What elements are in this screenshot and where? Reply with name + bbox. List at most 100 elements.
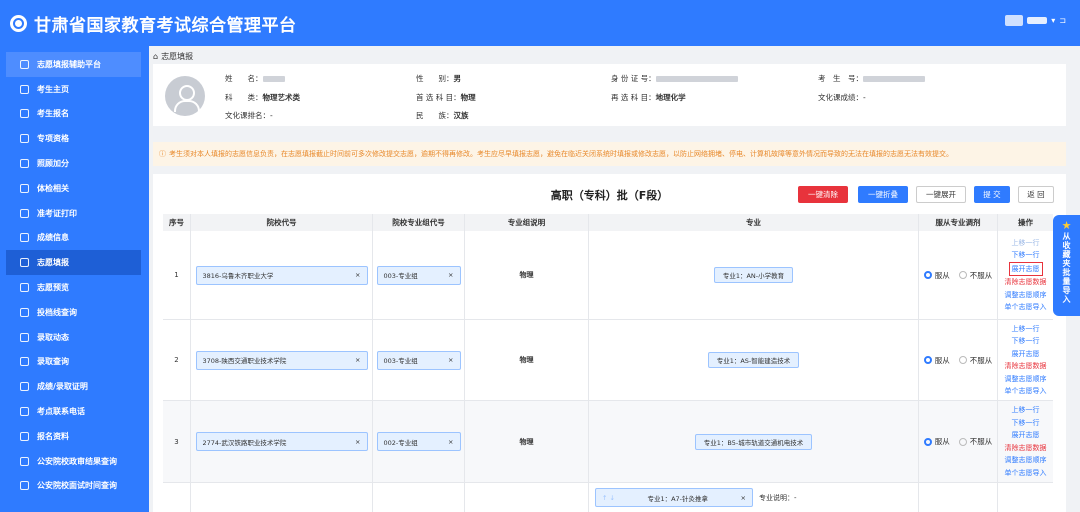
id-field: 身 份 证 号： [611,73,738,84]
back-button[interactable]: 返 回 [1018,186,1054,203]
sidebar-item-special[interactable]: 专项资格 [6,126,141,151]
obey-radio[interactable] [923,271,932,279]
clear-all-button[interactable]: 一键清除 [798,186,848,203]
sidebar-item-home[interactable]: 考生主页 [6,77,141,102]
sidebar-item-signup[interactable]: 考生报名 [6,102,141,127]
group-cell: 003-专业组 × [373,231,465,319]
materials-icon [20,431,29,441]
expand-all-button[interactable]: 一键展开 [916,186,966,203]
school-cell: 2774-武汉铁路职业技术学院 × [191,401,373,482]
adjust-link[interactable]: 调整志愿顺序 [1005,373,1047,386]
expand-link[interactable]: 展开志愿 [1012,429,1040,442]
major-tag[interactable]: 专业1：AN-小学教育 [713,267,794,283]
sidebar-item-medical[interactable]: 体检相关 [6,176,141,201]
sort-icon[interactable]: ↑ ↓ [602,494,615,502]
major-tag[interactable]: 专业1：AS-智能建造技术 [707,352,800,368]
sidebar-item-label: 成绩/录取证明 [37,382,88,392]
table-row: 2 3708-陕西交通职业技术学院 × 003-专业组 × 物理 专业1：AS-智能… [163,320,1053,401]
group-cell [373,483,465,512]
sidebar-item-volunteer[interactable]: 志愿填报 [6,250,141,276]
move-up-link[interactable]: 上移一行 [1012,237,1040,250]
obey-radio[interactable] [923,437,932,446]
culture-rank-field: 文化课排名：- [225,111,273,120]
sidebar-item-police-review[interactable]: 公安院校政审结果查询 [6,449,141,474]
sidebar-item-proof[interactable]: 成绩/录取证明 [6,374,141,399]
sidebar-item-label: 志愿填报 [37,258,69,268]
status-icon [20,332,29,342]
major-select[interactable]: ↑ ↓ 专业1：A7-针灸推拿 × [595,488,753,507]
import-favorites-button[interactable]: ★ 从收藏夹批量导入 [1053,215,1080,316]
sidebar-item-score[interactable]: 成绩信息 [6,226,141,251]
not-obey-radio[interactable] [958,271,967,279]
sidebar-item-cutoff[interactable]: 投档线查询 [6,300,141,325]
not-obey-radio[interactable] [958,437,967,446]
group-select[interactable]: 003-专业组 × [376,265,461,285]
table-row: 3 2774-武汉铁路职业技术学院 × 002-专业组 × 物理 专业1：B5-城市… [163,401,1053,483]
profile-card: 姓 名： 科 类：物理艺术类 文化课排名：- 性 别：男 首 选 科 目：物理 … [153,64,1066,126]
import-link[interactable]: 单个志愿导入 [1005,385,1047,398]
ticket-icon [20,208,29,218]
breadcrumb: ⌂ 志愿填报 [153,51,193,62]
clear-icon[interactable]: × [355,438,360,446]
sidebar-item-ticket[interactable]: 准考证打印 [6,201,141,226]
sidebar-item-preview[interactable]: 志愿预览 [6,275,141,300]
row-no [163,483,191,512]
school-select[interactable]: 3816-乌鲁木齐职业大学 × [195,265,368,285]
obey-radio[interactable] [923,356,932,364]
group-select[interactable]: 003-专业组 × [376,350,461,370]
school-select[interactable]: 3708-陕西交通职业技术学院 × [195,350,368,370]
info-icon: ⓘ [159,150,166,158]
row-no: 2 [163,320,191,400]
adjust-link[interactable]: 调整志愿顺序 [1005,454,1047,467]
volunteer-icon [20,258,29,268]
school-select[interactable]: 2774-武汉铁路职业技术学院 × [195,432,368,451]
sidebar-item-police-interview[interactable]: 公安院校面试时间查询 [6,474,141,499]
clear-link[interactable]: 清除志愿数据 [1005,276,1047,289]
notice-text: 考生须对本人填报的志愿信息负责，在志愿填报截止时间前可多次修改提交志愿，逾期不得… [169,150,953,158]
not-obey-radio[interactable] [958,356,967,364]
calendar-icon [20,481,29,491]
clear-link[interactable]: 清除志愿数据 [1005,360,1047,373]
obey-cell: 服从 不服从 [919,231,998,319]
medical-icon [20,183,29,193]
breadcrumb-label: 志愿填报 [161,52,194,61]
import-link[interactable]: 单个志愿导入 [1005,301,1047,314]
move-down-link[interactable]: 下移一行 [1012,335,1040,348]
sidebar-item-assist[interactable]: 志愿填报辅助平台 [6,52,141,77]
home-icon[interactable]: ⌂ [153,52,158,61]
sidebar-item-label: 公安院校面试时间查询 [37,481,117,491]
import-link[interactable]: 单个志愿导入 [1005,467,1047,480]
major-tag[interactable]: 专业1：B5-城市轨道交通机电技术 [694,433,813,450]
move-down-link[interactable]: 下移一行 [1012,249,1040,262]
submit-button[interactable]: 提 交 [974,186,1010,203]
group-select[interactable]: 002-专业组 × [376,432,461,451]
user-icon [20,84,29,94]
clear-icon[interactable]: × [355,271,360,279]
logout-icon[interactable]: ⊐ [1059,16,1066,25]
move-up-link[interactable]: 上移一行 [1012,323,1040,336]
row-no: 1 [163,231,191,319]
move-down-link[interactable]: 下移一行 [1012,417,1040,430]
group-desc: 物理 [465,231,589,319]
sidebar-item-bonus[interactable]: 照顾加分 [6,151,141,176]
obey-cell [919,483,998,512]
sidebar-item-admit-status[interactable]: 录取动态 [6,325,141,350]
sidebar-item-materials[interactable]: 报名资料 [6,424,141,449]
check-icon [20,134,29,144]
expand-link[interactable]: 展开志愿 [1012,348,1040,361]
clear-link[interactable]: 清除志愿数据 [1005,442,1047,455]
clear-icon[interactable]: × [741,494,746,502]
adjust-link[interactable]: 调整志愿顺序 [1005,289,1047,302]
clear-icon[interactable]: × [448,271,453,279]
header-major: 专业 [589,214,919,231]
clear-icon[interactable]: × [448,438,453,446]
sidebar-item-phone[interactable]: 考点联系电话 [6,399,141,424]
user-menu[interactable]: ▾ ⊐ [1005,15,1066,26]
collapse-all-button[interactable]: 一键折叠 [858,186,908,203]
clear-icon[interactable]: × [448,356,453,364]
move-up-link[interactable]: 上移一行 [1012,404,1040,417]
expand-link[interactable]: 展开志愿 [1008,261,1043,276]
group-cell: 002-专业组 × [373,401,465,482]
sidebar-item-admit-query[interactable]: 录取查询 [6,350,141,375]
clear-icon[interactable]: × [355,356,360,364]
